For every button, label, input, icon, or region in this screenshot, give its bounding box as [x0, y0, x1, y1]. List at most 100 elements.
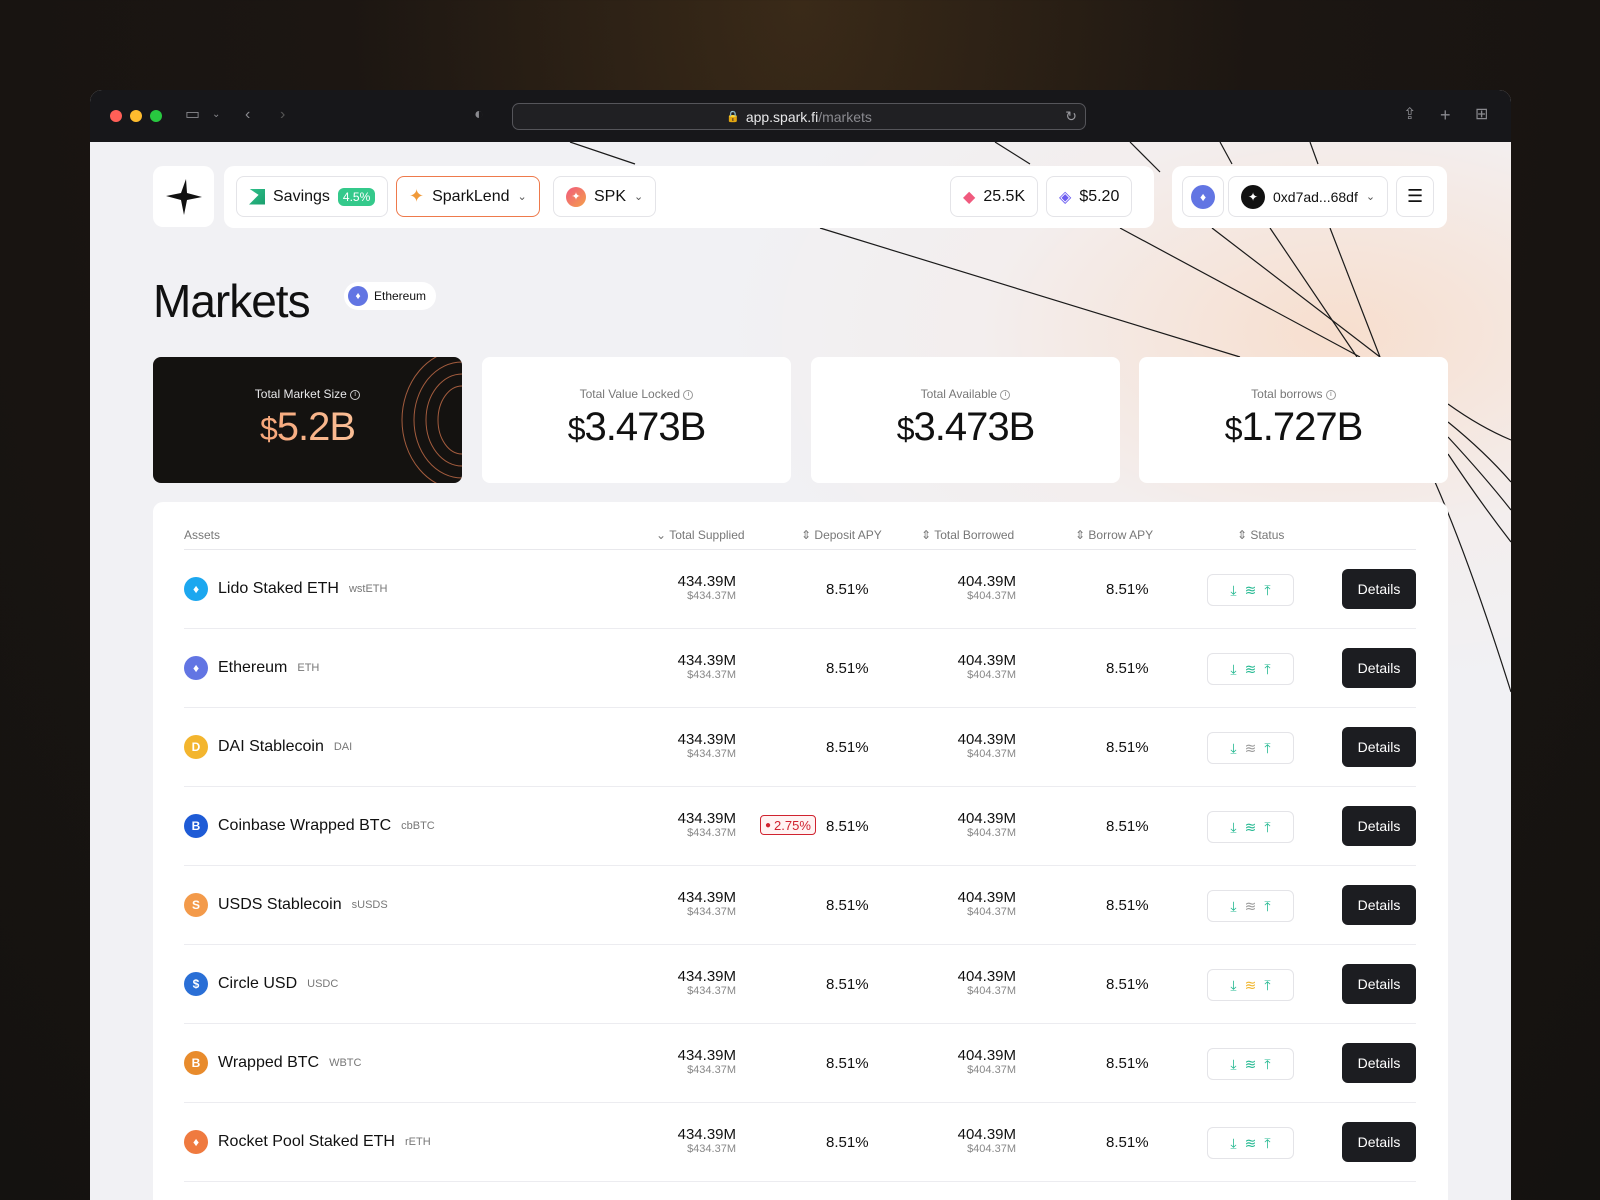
sort-header-total-supplied[interactable]: ⌄ Total Supplied [656, 528, 745, 542]
asset-cell[interactable]: ♦ Ethereum ETH [184, 656, 319, 680]
status-cell[interactable]: ⤓ ≋ ⤒ [1207, 653, 1294, 685]
supply-status-icon[interactable]: ⤓ [1230, 582, 1236, 599]
collateral-stack-icon[interactable]: ≋ [1245, 740, 1257, 757]
sort-icon: ⇕ [801, 528, 812, 542]
collateral-stack-icon[interactable]: ≋ [1245, 661, 1257, 678]
sparklend-nav-button[interactable]: ✦ SparkLend ⌄ [396, 176, 540, 217]
supply-status-icon[interactable]: ⤓ [1230, 1135, 1236, 1152]
network-badge[interactable]: ♦ Ethereum [344, 282, 437, 310]
status-cell[interactable]: ⤓ ≋ ⤒ [1207, 890, 1294, 922]
markets-table: Assets ⌄ Total Supplied ⇕ Deposit APY ⇕ … [153, 502, 1448, 1200]
sort-header-deposit-apy[interactable]: ⇕ Deposit APY [801, 528, 882, 542]
asset-symbol: wstETH [348, 583, 388, 595]
maximize-window-button[interactable] [150, 110, 162, 122]
status-cell[interactable]: ⤓ ≋ ⤒ [1207, 732, 1294, 764]
asset-token-icon: ♦ [184, 1130, 208, 1154]
supply-status-icon[interactable]: ⤓ [1230, 740, 1236, 757]
asset-cell[interactable]: D DAI Stablecoin DAI [184, 735, 352, 759]
minimize-window-button[interactable] [130, 110, 142, 122]
info-icon[interactable]: i [1000, 389, 1011, 400]
borrow-status-icon[interactable]: ⤒ [1264, 1056, 1270, 1073]
points-button[interactable]: ◆ 25.5K [950, 176, 1039, 217]
details-button[interactable]: Details [1342, 964, 1416, 1004]
wallet-button[interactable]: ✦ 0xd7ad...68df ⌄ [1228, 176, 1389, 217]
new-tab-icon[interactable]: + [1440, 104, 1451, 126]
collateral-stack-icon[interactable]: ≋ [1245, 1056, 1257, 1073]
shield-icon[interactable]: ◐ [474, 104, 484, 126]
borrow-apy-cell: 8.51% [1106, 818, 1149, 835]
table-row[interactable]: ♦ Ethereum ETH 434.39M $434.37M 8.51% 404.39M $… [184, 629, 1416, 708]
status-cell[interactable]: ⤓ ≋ ⤒ [1207, 574, 1294, 606]
forward-icon[interactable]: › [280, 104, 285, 126]
details-button[interactable]: Details [1342, 569, 1416, 609]
address-bar[interactable]: 🔒 app.spark.fi/markets ↻ [512, 103, 1086, 130]
details-button[interactable]: Details [1342, 806, 1416, 846]
asset-cell[interactable]: ♦ Rocket Pool Staked ETH rETH [184, 1130, 431, 1154]
share-icon[interactable]: ⇪ [1403, 104, 1416, 126]
chevron-down-icon[interactable]: ⌄ [212, 104, 220, 126]
supplied-amount: 434.39M [677, 1126, 736, 1143]
close-window-button[interactable] [110, 110, 122, 122]
info-icon[interactable]: i [1325, 389, 1336, 400]
boost-apy-badge[interactable]: ● 2.75% [760, 815, 816, 835]
asset-cell[interactable]: B Coinbase Wrapped BTC cbBTC [184, 814, 435, 838]
sort-header-total-borrowed[interactable]: ⇕ Total Borrowed [921, 528, 1014, 542]
supply-status-icon[interactable]: ⤓ [1230, 1056, 1236, 1073]
details-button[interactable]: Details [1342, 727, 1416, 767]
savings-nav-button[interactable]: Savings 4.5% [236, 176, 389, 217]
details-button[interactable]: Details [1342, 648, 1416, 688]
table-row[interactable]: ♦ Rocket Pool Staked ETH rETH 434.39M $434.3… [184, 1103, 1416, 1182]
asset-cell[interactable]: ♦ Lido Staked ETH wstETH [184, 577, 387, 601]
supply-status-icon[interactable]: ⤓ [1230, 898, 1236, 915]
supply-status-icon[interactable]: ⤓ [1230, 661, 1236, 678]
asset-cell[interactable]: S USDS Stablecoin sUSDS [184, 893, 388, 917]
collateral-stack-icon[interactable]: ≋ [1245, 582, 1257, 599]
token-price-button[interactable]: ◈ $5.20 [1046, 176, 1133, 217]
table-row[interactable]: S USDS Stablecoin sUSDS 434.39M $434.37M 8.51… [184, 866, 1416, 945]
collateral-stack-icon[interactable]: ≋ [1245, 977, 1257, 994]
info-icon[interactable]: i [683, 389, 694, 400]
sort-header-borrow-apy[interactable]: ⇕ Borrow APY [1075, 528, 1153, 542]
borrow-status-icon[interactable]: ⤒ [1264, 1135, 1270, 1152]
status-cell[interactable]: ⤓ ≋ ⤒ [1207, 811, 1294, 843]
collateral-stack-icon[interactable]: ≋ [1245, 1135, 1257, 1152]
sidebar-toggle-icon[interactable]: ▭ [185, 104, 200, 126]
status-cell[interactable]: ⤓ ≋ ⤒ [1207, 1127, 1294, 1159]
table-row[interactable]: ♦ Lido Staked ETH wstETH 434.39M $434.37M 8.5… [184, 550, 1416, 629]
collateral-stack-icon[interactable]: ≋ [1245, 819, 1257, 836]
spark-logo[interactable] [153, 166, 214, 227]
supplied-usd: $434.37M [687, 1064, 736, 1076]
status-cell[interactable]: ⤓ ≋ ⤒ [1207, 969, 1294, 1001]
borrow-status-icon[interactable]: ⤒ [1264, 582, 1270, 599]
info-icon[interactable]: i [350, 389, 361, 400]
menu-button[interactable]: ☰ [1396, 176, 1435, 217]
points-gem-icon: ◆ [963, 188, 976, 206]
details-button[interactable]: Details [1342, 1122, 1416, 1162]
asset-cell[interactable]: B Wrapped BTC WBTC [184, 1051, 361, 1075]
back-icon[interactable]: ‹ [245, 104, 250, 126]
ethereum-icon: ♦ [1191, 184, 1215, 209]
borrow-status-icon[interactable]: ⤒ [1264, 898, 1270, 915]
borrowed-amount: 404.39M [957, 810, 1016, 827]
collateral-stack-icon[interactable]: ≋ [1245, 898, 1257, 915]
details-button[interactable]: Details [1342, 885, 1416, 925]
status-cell[interactable]: ⤓ ≋ ⤒ [1207, 1048, 1294, 1080]
table-row[interactable]: B Wrapped BTC WBTC 434.39M $434.37M 8.51% 404.… [184, 1024, 1416, 1103]
details-button[interactable]: Details [1342, 1043, 1416, 1083]
table-row[interactable]: B Coinbase Wrapped BTC cbBTC 434.39M $434.37… [184, 787, 1416, 866]
tab-overview-icon[interactable]: ⊞ [1475, 104, 1488, 126]
sort-header-status[interactable]: ⇕ Status [1237, 528, 1284, 542]
borrow-status-icon[interactable]: ⤒ [1264, 977, 1270, 994]
asset-cell[interactable]: $ Circle USD USDC [184, 972, 338, 996]
borrowed-usd: $404.37M [967, 906, 1016, 918]
borrow-status-icon[interactable]: ⤒ [1264, 819, 1270, 836]
table-row[interactable]: D DAI Stablecoin DAI 434.39M $434.37M 8.51% 40… [184, 708, 1416, 787]
borrow-status-icon[interactable]: ⤒ [1264, 661, 1270, 678]
table-row[interactable]: $ Circle USD USDC 434.39M $434.37M 8.51% 404.3… [184, 945, 1416, 1024]
supply-status-icon[interactable]: ⤓ [1230, 977, 1236, 994]
network-switch-button[interactable]: ♦ [1182, 176, 1224, 217]
borrow-status-icon[interactable]: ⤒ [1264, 740, 1270, 757]
spk-nav-button[interactable]: ✦ SPK ⌄ [553, 176, 657, 217]
reload-icon[interactable]: ↻ [1065, 108, 1077, 125]
supply-status-icon[interactable]: ⤓ [1230, 819, 1236, 836]
